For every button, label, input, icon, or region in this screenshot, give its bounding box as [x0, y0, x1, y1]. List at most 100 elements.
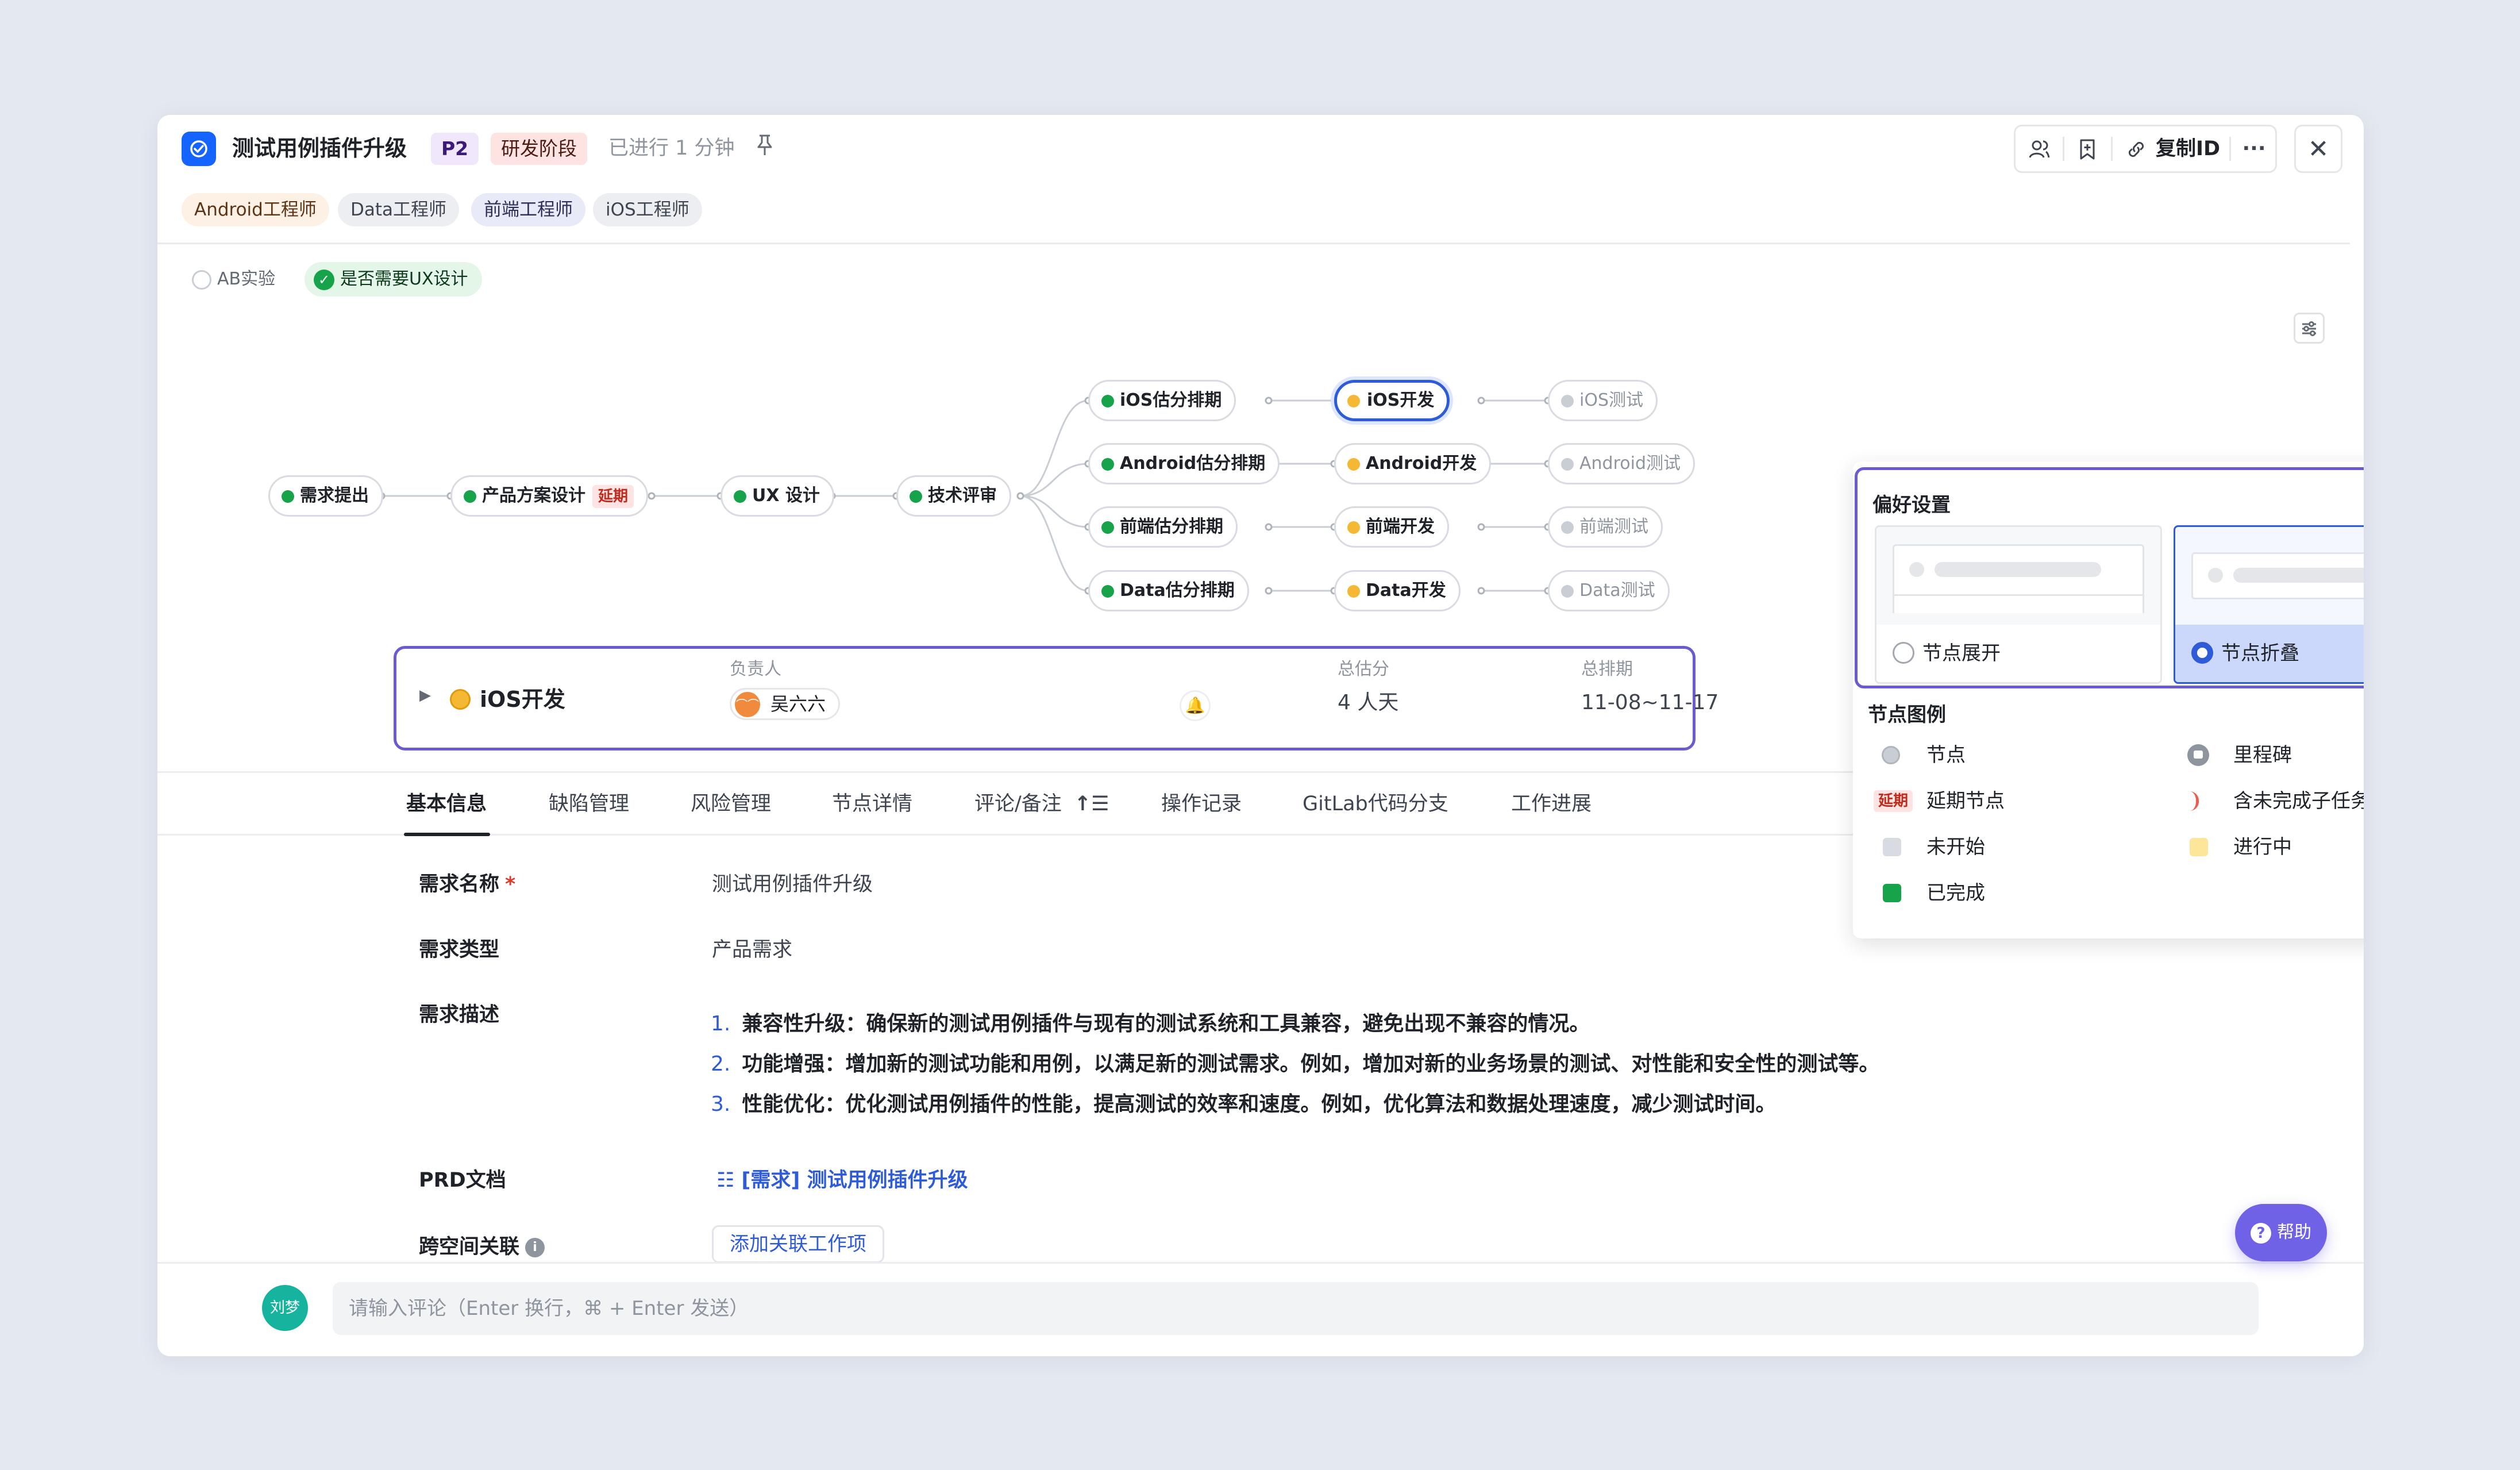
- copy-id-button[interactable]: 复制ID: [2156, 126, 2220, 171]
- flow-node-frontend-estimate[interactable]: 前端估分排期: [1088, 506, 1238, 548]
- description-item[interactable]: 2. 功能增强：增加新的测试功能和用例，以满足新的测试需求。例如，增加对新的业务场…: [711, 1048, 1879, 1080]
- flow-node-data-estimate[interactable]: Data估分排期: [1088, 570, 1249, 611]
- help-label: 帮助: [2277, 1222, 2311, 1242]
- more-icon[interactable]: ···: [2236, 126, 2272, 171]
- legend-delay-badge: 延期: [1874, 790, 1913, 812]
- field-label-name: 需求名称 *: [419, 868, 515, 901]
- owner-name: 吴六六: [770, 693, 826, 715]
- legend-title: 节点图例: [1868, 703, 1946, 726]
- legend-item-not-started: 未开始: [1883, 833, 1985, 861]
- legend-label: 进行中: [2233, 836, 2292, 859]
- flow-node-android-test[interactable]: Android测试: [1548, 443, 1695, 484]
- flow-node-data-test[interactable]: Data测试: [1548, 570, 1670, 611]
- preview-divider: [1894, 594, 2143, 596]
- legend-item-in-progress: 进行中: [2190, 833, 2292, 861]
- node-detail-name: iOS开发: [480, 687, 565, 712]
- flow-node-frontend-test[interactable]: 前端测试: [1548, 506, 1663, 548]
- flow-node-ios-test[interactable]: iOS测试: [1548, 380, 1658, 421]
- expand-label: 节点展开: [1922, 642, 2001, 665]
- preferences-popover: 偏好设置 节点展开 节点折叠 节点图例 节点 延期 延期节点 未开始 已完成 里…: [1853, 461, 2364, 938]
- tab-comments[interactable]: 评论/备注 ↑☰: [974, 788, 1109, 820]
- tab-operation-log[interactable]: 操作记录: [1161, 788, 1242, 820]
- preview-dot: [1909, 562, 1924, 577]
- legend-label: 已完成: [1926, 882, 1985, 905]
- sort-icon[interactable]: ↑☰: [1074, 792, 1109, 815]
- caret-right-icon[interactable]: ▶: [419, 687, 431, 704]
- toolbar-divider: [2063, 137, 2064, 161]
- node-label: Data测试: [1579, 580, 1655, 601]
- status-dot: [734, 490, 746, 503]
- preferences-title: 偏好设置: [1872, 494, 1951, 517]
- legend-not-started-swatch: [1883, 838, 1901, 856]
- field-value-name[interactable]: 测试用例插件升级: [712, 868, 873, 901]
- members-icon[interactable]: [2021, 126, 2057, 171]
- description-text: 功能增强：增加新的测试功能和用例，以满足新的测试需求。例如，增加对新的业务场景的…: [742, 1052, 1880, 1076]
- description-text: 兼容性升级：确保新的测试用例插件与现有的测试系统和工具兼容，避免出现不兼容的情况…: [742, 1012, 1590, 1036]
- preview-bar: [1935, 562, 2101, 577]
- expand-option[interactable]: 节点展开: [1875, 525, 2162, 684]
- close-icon[interactable]: ✕: [2294, 125, 2342, 173]
- comment-input[interactable]: 请输入评论（Enter 换行，⌘ + Enter 发送）: [333, 1282, 2259, 1335]
- required-mark: *: [505, 873, 516, 896]
- flow-node-requirement[interactable]: 需求提出: [268, 475, 383, 517]
- bell-icon[interactable]: 🔔: [1180, 690, 1211, 721]
- tab-node-details[interactable]: 节点详情: [832, 788, 912, 820]
- collapse-label: 节点折叠: [2221, 642, 2299, 665]
- help-button[interactable]: ? 帮助: [2235, 1204, 2327, 1261]
- status-dot: [1101, 395, 1114, 407]
- flow-node-product-design[interactable]: 产品方案设计 延期: [450, 475, 649, 517]
- add-link-button[interactable]: 添加关联工作项: [712, 1225, 884, 1263]
- legend-label: 未开始: [1926, 836, 1985, 859]
- expand-option-footer: 节点展开: [1876, 625, 2160, 682]
- flow-connectors: [377, 397, 1552, 595]
- field-label-description: 需求描述: [419, 1003, 500, 1026]
- legend-label: 延期节点: [1926, 790, 2005, 813]
- expand-radio[interactable]: [1893, 642, 1914, 664]
- status-dot: [1347, 395, 1360, 407]
- legend-item-unfinished-subtask: 含未完成子任务: [2196, 787, 2364, 815]
- prd-doc-link[interactable]: ☷ [需求] 测试用例插件升级: [716, 1164, 968, 1196]
- legend-label: 节点: [1926, 744, 1966, 767]
- flow-node-frontend-develop[interactable]: 前端开发: [1334, 506, 1449, 548]
- flow-node-android-develop[interactable]: Android开发: [1334, 443, 1492, 484]
- owner-chip[interactable]: ⌒⌒ 吴六六: [730, 688, 841, 720]
- tab-gitlab-branch[interactable]: GitLab代码分支: [1303, 788, 1448, 820]
- legend-node-swatch: [1882, 746, 1900, 764]
- schedule-label: 总排期: [1581, 659, 1633, 679]
- node-label: iOS估分排期: [1120, 390, 1222, 410]
- status-dot: [464, 490, 476, 503]
- tab-basic-info[interactable]: 基本信息: [406, 788, 487, 820]
- legend-label: 含未完成子任务: [2233, 790, 2364, 813]
- flow-node-ios-develop[interactable]: iOS开发: [1334, 380, 1450, 421]
- bookmark-icon[interactable]: [2070, 126, 2105, 171]
- settings-sliders-icon[interactable]: [2294, 313, 2325, 344]
- link-icon[interactable]: [2119, 126, 2153, 171]
- flow-node-ux-design[interactable]: UX 设计: [720, 475, 834, 517]
- preview-dot: [2208, 568, 2223, 583]
- collapse-option[interactable]: 节点折叠: [2174, 525, 2364, 684]
- field-label-name-text: 需求名称: [419, 873, 500, 896]
- doc-list-icon: ☷: [716, 1169, 735, 1192]
- field-value-type[interactable]: 产品需求: [712, 934, 792, 966]
- legend-item-node: 节点: [1882, 741, 1966, 769]
- collapse-option-footer: 节点折叠: [2175, 625, 2364, 682]
- flow-node-android-estimate[interactable]: Android估分排期: [1088, 443, 1280, 484]
- collapse-radio[interactable]: [2191, 642, 2213, 664]
- prd-doc-link-text: [需求] 测试用例插件升级: [741, 1169, 968, 1192]
- node-label: 产品方案设计: [482, 486, 585, 506]
- tab-work-progress[interactable]: 工作进展: [1511, 788, 1592, 820]
- tab-defects[interactable]: 缺陷管理: [549, 788, 629, 820]
- flow-node-ios-estimate[interactable]: iOS估分排期: [1088, 380, 1236, 421]
- node-detail-card[interactable]: ▶ iOS开发 负责人 ⌒⌒ 吴六六 🔔 总估分 4 人天 总排期 11-08~1…: [394, 646, 1718, 751]
- description-item[interactable]: 1. 兼容性升级：确保新的测试用例插件与现有的测试系统和工具兼容，避免出现不兼容的…: [711, 1008, 1590, 1040]
- info-icon[interactable]: i: [525, 1238, 545, 1257]
- estimate-value: 4 人天: [1338, 691, 1399, 714]
- description-item[interactable]: 3. 性能优化：优化测试用例插件的性能，提高测试的效率和速度。例如，优化算法和数据…: [711, 1088, 1776, 1121]
- avatar: 刘梦: [262, 1285, 308, 1331]
- legend-completed-swatch: [1883, 884, 1901, 902]
- flow-node-tech-review[interactable]: 技术评审: [896, 475, 1011, 517]
- list-number: 2.: [711, 1052, 731, 1076]
- flow-node-data-develop[interactable]: Data开发: [1334, 570, 1461, 611]
- node-label: 前端估分排期: [1120, 517, 1223, 537]
- tab-risks[interactable]: 风险管理: [691, 788, 771, 820]
